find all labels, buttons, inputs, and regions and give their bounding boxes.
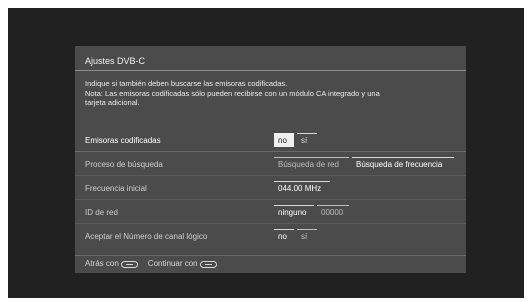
info-line-1: Indique si también deben buscarse las em… (85, 79, 288, 88)
row-divider (75, 151, 466, 152)
row-label: Proceso de búsqueda (85, 160, 163, 169)
option-si[interactable]: sí (297, 133, 317, 147)
row-divider (75, 223, 466, 224)
back-label: Atrás con (85, 259, 119, 268)
row-search-process[interactable]: Proceso de búsqueda Búsqueda de red Búsq… (75, 156, 466, 176)
row-lcn[interactable]: Aceptar el Número de canal lógico no sí (75, 228, 466, 248)
frequency-value[interactable]: 044.00 MHz (274, 181, 330, 195)
option-no[interactable]: no (274, 229, 294, 243)
option-network-search[interactable]: Búsqueda de red (274, 157, 349, 171)
back-key-icon[interactable] (120, 260, 138, 268)
footer-divider (75, 255, 466, 256)
option-none[interactable]: ninguno (274, 205, 314, 219)
option-frequency-search[interactable]: Búsqueda de frecuencia (352, 157, 454, 171)
info-line-3: tarjeta adicional. (85, 98, 140, 108)
row-label: ID de red (85, 208, 118, 217)
dialog-title: Ajustes DVB-C (85, 56, 146, 66)
row-start-frequency[interactable]: Frecuencia inicial 044.00 MHz (75, 180, 466, 200)
row-network-id[interactable]: ID de red ninguno 00000 (75, 204, 466, 224)
option-no[interactable]: no (274, 133, 294, 147)
option-si[interactable]: sí (297, 229, 317, 243)
network-id-field[interactable]: 00000 (317, 205, 349, 219)
title-divider (75, 70, 466, 71)
info-text: Indique si también deben buscarse las em… (85, 79, 455, 108)
info-line-2: Nota: Las emisoras codificadas sólo pued… (85, 88, 380, 98)
tv-screen: Ajustes DVB-C Indique si también deben b… (8, 8, 524, 298)
row-encrypted-stations[interactable]: Emisoras codificadas no sí (75, 132, 466, 152)
continue-label: Continuar con (147, 259, 198, 268)
row-label: Aceptar el Número de canal lógico (85, 232, 208, 241)
footer: Atrás con Continuar con (85, 258, 227, 270)
ok-key-icon[interactable] (199, 260, 217, 268)
dvbc-settings-dialog: Ajustes DVB-C Indique si también deben b… (75, 46, 466, 273)
row-divider (75, 175, 466, 176)
row-label: Frecuencia inicial (85, 184, 147, 193)
row-divider (75, 199, 466, 200)
row-label: Emisoras codificadas (85, 136, 161, 145)
